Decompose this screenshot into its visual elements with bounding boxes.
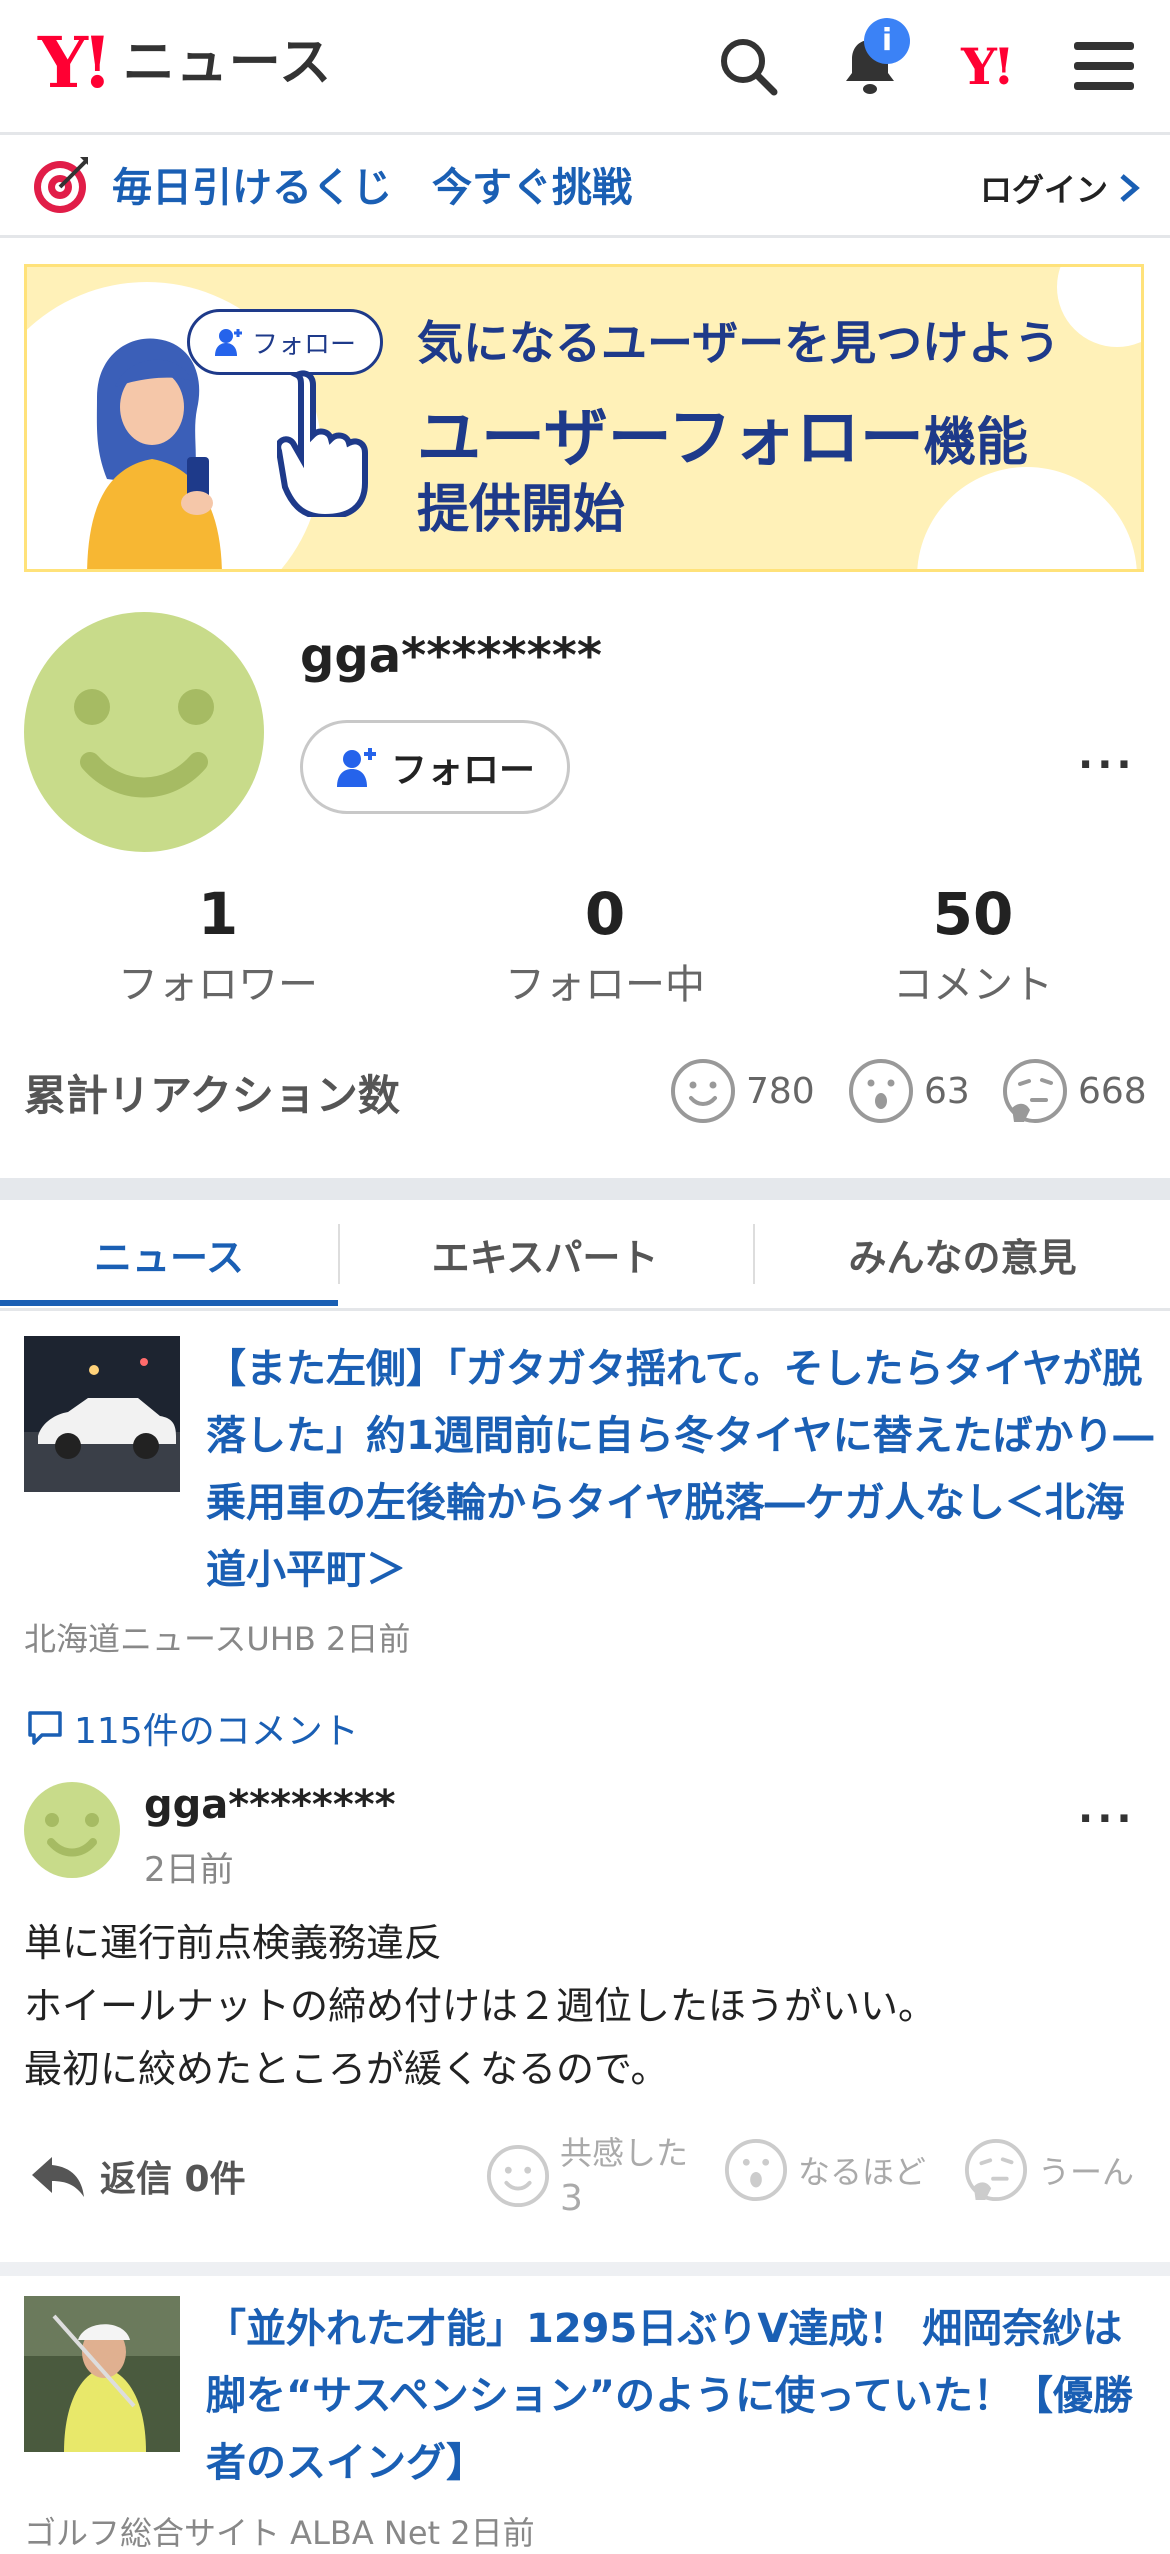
banner-line2-small: 機能 xyxy=(923,413,1028,473)
surprised-icon xyxy=(849,1059,913,1123)
reply-label: 返信 0件 xyxy=(100,2159,246,2200)
stat-label: フォロー中 xyxy=(505,962,705,1008)
follow-button-label: フォロー xyxy=(390,750,535,791)
section-divider xyxy=(0,1178,1170,1200)
surprised-icon xyxy=(724,2138,788,2202)
stat-label: コメント xyxy=(893,962,1053,1008)
reaction-surprised: 63 xyxy=(848,1058,970,1124)
smiley-face-icon xyxy=(74,689,214,798)
chevron-right-icon xyxy=(1120,174,1140,202)
yahoo-news-logo[interactable]: Y! ニュース xyxy=(38,28,332,98)
add-user-icon xyxy=(214,329,242,356)
banner-line1: 気になるユーザーを見つけよう xyxy=(417,316,1061,370)
golfer-photo xyxy=(24,2296,180,2452)
article-title[interactable]: 「並外れた才能」1295日ぶりV達成！ 畑岡奈紗は脚を“サスペンション”のように… xyxy=(206,2296,1156,2497)
reactions-title: 累計リアクション数 xyxy=(24,1071,400,1120)
article-source: ゴルフ総合サイト ALBA Net 2日前 xyxy=(24,2514,535,2552)
smile-icon xyxy=(486,2144,550,2208)
reaction-count: 3 xyxy=(560,2178,583,2219)
comment-line: 単に運行前点検義務違反 xyxy=(24,1921,443,1965)
bell-icon[interactable]: i xyxy=(834,18,910,102)
comment-count-label: 115件のコメント xyxy=(74,1711,359,1752)
comment-line: 最初に絞めたところが緩くなるので。 xyxy=(24,2047,669,2091)
reaction-insight-button[interactable]: なるほど xyxy=(724,2138,926,2202)
smile-icon xyxy=(671,1059,735,1123)
yahoo-logo-small: Y! xyxy=(961,36,1015,96)
stat-comments[interactable]: 50 コメント xyxy=(823,880,1123,1010)
profile-avatar xyxy=(24,612,264,852)
section-divider xyxy=(0,2262,1170,2276)
comment-avatar xyxy=(24,1782,120,1878)
notification-badge: i xyxy=(864,18,910,64)
tab-opinions[interactable]: みんなの意見 xyxy=(755,1200,1170,1308)
stat-label: フォロワー xyxy=(118,962,318,1008)
car-photo xyxy=(24,1336,180,1492)
article-title[interactable]: 【また左側】「ガタガタ揺れて。そしたらタイヤが脱落した」約1週間前に自ら冬タイヤ… xyxy=(206,1336,1156,1604)
search-icon[interactable] xyxy=(712,30,784,102)
reaction-empathy-button[interactable]: 共感した 3 xyxy=(486,2130,688,2222)
tab-news[interactable]: ニュース xyxy=(0,1200,338,1308)
yahoo-top-link[interactable]: Y! xyxy=(950,30,1022,102)
reply-arrow-icon xyxy=(32,2157,84,2197)
tab-experts[interactable]: エキスパート xyxy=(340,1200,750,1308)
reaction-count: 63 xyxy=(924,1070,970,1112)
reaction-label: うーん xyxy=(1038,2153,1135,2191)
article-source: 北海道ニュースUHB 2日前 xyxy=(24,1620,411,1658)
comment-body: 単に運行前点検義務違反 ホイールナットの締め付けは２週位したほうがいい。 最初に… xyxy=(24,1912,936,2101)
user-follow-banner[interactable]: フォロー 気になるユーザーを見つけよう ユーザーフォロー機能 提供開始 xyxy=(24,264,1144,572)
tab-separator xyxy=(753,1224,755,1284)
reaction-count: 780 xyxy=(746,1070,815,1112)
comment-count-link[interactable]: 115件のコメント xyxy=(26,1702,359,1754)
stat-following[interactable]: 0 フォロー中 xyxy=(455,880,755,1010)
reaction-hmm: 668 xyxy=(1002,1058,1147,1124)
article-thumbnail-car[interactable] xyxy=(24,1336,180,1492)
tab-separator xyxy=(338,1224,340,1284)
target-icon xyxy=(30,153,94,221)
stat-followers[interactable]: 1 フォロワー xyxy=(68,880,368,1010)
smiley-face-icon xyxy=(45,1813,99,1857)
reaction-label: 共感した xyxy=(560,2134,689,2172)
profile-more-icon[interactable]: ··· xyxy=(1078,742,1136,788)
login-label: ログイン xyxy=(979,171,1108,209)
banner-line3: 提供開始 xyxy=(417,480,626,540)
reaction-smile: 780 xyxy=(670,1058,815,1124)
follow-button[interactable]: フォロー xyxy=(300,720,570,814)
active-tab-indicator xyxy=(0,1300,338,1306)
profile-username: gga******** xyxy=(300,628,602,684)
reaction-hmm-button[interactable]: うーん xyxy=(964,2138,1134,2202)
banner-line2-main: ユーザーフォロー xyxy=(417,402,924,476)
comment-line: ホイールナットの締め付けは２週位したほうがいい。 xyxy=(24,1984,937,2028)
reaction-count: 668 xyxy=(1078,1070,1147,1112)
banner-line2: ユーザーフォロー機能 xyxy=(417,387,1028,479)
lottery-text[interactable]: 毎日引けるくじ 今すぐ挑戦 xyxy=(112,155,632,213)
logo-text: ニュース xyxy=(122,33,333,93)
menu-icon[interactable] xyxy=(1068,30,1140,102)
comment-username[interactable]: gga******** xyxy=(144,1782,396,1828)
lottery-bar[interactable]: 毎日引けるくじ 今すぐ挑戦 ログイン xyxy=(0,135,1170,238)
stat-value: 1 xyxy=(197,880,239,948)
pointing-hand-icon xyxy=(277,370,368,517)
banner-follow-pill: フォロー xyxy=(187,309,383,375)
stat-value: 0 xyxy=(584,880,626,948)
comment-bubble-icon xyxy=(28,1711,62,1745)
login-link[interactable]: ログイン xyxy=(980,165,1140,211)
add-user-icon xyxy=(336,748,376,787)
reaction-label: なるほど xyxy=(798,2153,927,2191)
article-thumbnail-golfer[interactable] xyxy=(24,2296,180,2452)
app-header: Y! ニュース i Y! xyxy=(0,0,1170,135)
tab-bar: ニュース エキスパート みんなの意見 xyxy=(0,1200,1170,1311)
reply-button[interactable]: 返信 0件 xyxy=(30,2150,246,2202)
banner-pill-label: フォロー xyxy=(251,329,356,360)
hmm-icon xyxy=(964,2138,1028,2202)
stat-value: 50 xyxy=(932,880,1014,948)
hmm-icon xyxy=(1003,1059,1067,1123)
comment-more-icon[interactable]: ··· xyxy=(1078,1796,1136,1842)
comment-time: 2日前 xyxy=(144,1850,234,1890)
yahoo-logo-mark: Y! xyxy=(38,21,113,104)
